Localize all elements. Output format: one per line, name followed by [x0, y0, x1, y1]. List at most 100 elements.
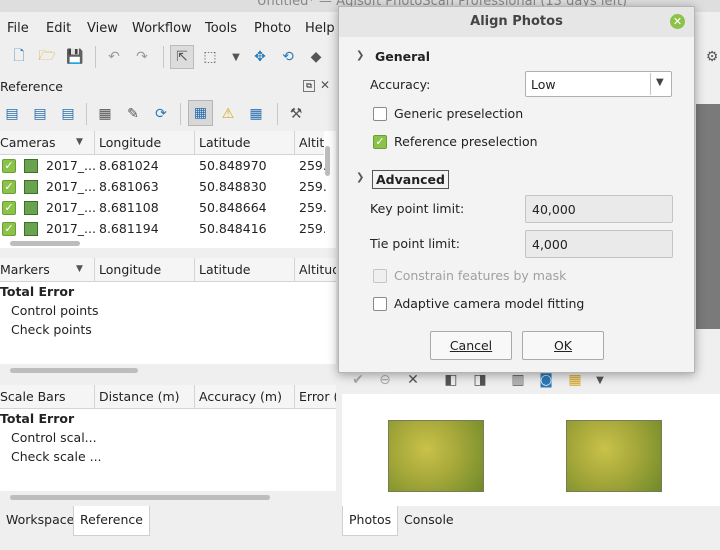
table-row[interactable]: ✓ 2017_... 8.681194 50.848416 259.	[0, 219, 325, 237]
col-cameras[interactable]: Cameras	[0, 135, 56, 150]
tab-photos[interactable]: Photos	[342, 506, 399, 536]
advanced-section-label[interactable]: Advanced	[372, 170, 449, 189]
thumbnail-view-icon[interactable]: ▦	[565, 370, 585, 390]
col-accuracy[interactable]: Accuracy (m)	[199, 389, 282, 404]
close-panel-icon[interactable]: ✕	[320, 79, 332, 91]
col-latitude[interactable]: Latitude	[199, 135, 250, 150]
camera-latitude: 50.848970	[199, 158, 267, 173]
col-scale-bars[interactable]: Scale Bars	[0, 389, 66, 404]
camera-enabled-checkbox[interactable]: ✓	[2, 201, 16, 215]
chevron-down-icon[interactable]: ▼	[590, 370, 610, 390]
view-source-icon[interactable]: ▦	[188, 100, 213, 126]
cameras-horizontal-scrollbar[interactable]	[10, 241, 80, 246]
column-divider	[94, 385, 95, 409]
calculator-icon[interactable]: ▦	[95, 104, 115, 124]
camera-enabled-checkbox[interactable]: ✓	[2, 159, 16, 173]
chevron-down-icon[interactable]: ▼	[226, 47, 246, 67]
menu-help[interactable]: Help	[305, 21, 335, 36]
undock-icon[interactable]: ⧉	[303, 80, 315, 92]
column-divider	[94, 258, 95, 282]
constrain-by-mask-checkbox[interactable]	[373, 269, 387, 283]
disable-camera-icon[interactable]: ⊖	[375, 370, 395, 390]
table-row[interactable]: ✓ 2017_... 8.681024 50.848970 259.	[0, 156, 327, 177]
generic-preselection-checkbox[interactable]	[373, 107, 387, 121]
col-longitude[interactable]: Longitude	[99, 262, 161, 277]
save-icon[interactable]: 💾	[65, 47, 85, 67]
new-file-icon[interactable]: 🗋	[9, 47, 29, 67]
tab-console[interactable]: Console	[398, 506, 460, 536]
menu-photo[interactable]: Photo	[254, 21, 291, 36]
navigation-icon[interactable]: ✥	[250, 47, 270, 67]
reference-preselection-label[interactable]: Reference preselection	[394, 134, 538, 149]
rotate-left-icon[interactable]: ◧	[441, 370, 461, 390]
col-error[interactable]: Error (	[299, 389, 336, 404]
cancel-button[interactable]: Cancel	[430, 331, 512, 360]
table-row[interactable]: ✓ 2017_... 8.681063 50.848830 259.	[0, 177, 327, 198]
photo-thumbnail[interactable]	[566, 420, 662, 492]
settings-tools-icon[interactable]: ⚒	[286, 104, 306, 124]
close-icon[interactable]: ✕	[670, 14, 685, 29]
camera-enabled-checkbox[interactable]: ✓	[2, 222, 16, 236]
col-latitude[interactable]: Latitude	[199, 262, 250, 277]
chevron-down-icon[interactable]: ▼	[76, 137, 83, 147]
toolbar-extra-icon[interactable]: ⚙	[702, 47, 720, 67]
ok-button[interactable]: OK	[522, 331, 604, 360]
photo-thumbnail[interactable]	[388, 420, 484, 492]
markers-control-points[interactable]: Control points	[11, 303, 99, 318]
col-altitude[interactable]: Altitu	[299, 135, 324, 150]
undo-icon[interactable]: ↶	[104, 47, 124, 67]
import-reference-icon[interactable]: ▤	[2, 104, 22, 124]
general-section-label[interactable]: General	[375, 49, 430, 64]
scalebars-total-error: Total Error	[0, 411, 75, 426]
menu-file[interactable]: File	[7, 21, 29, 36]
generic-preselection-label[interactable]: Generic preselection	[394, 106, 523, 121]
rectangle-selection-icon[interactable]: ⬚	[200, 47, 220, 67]
accuracy-select[interactable]: Low ▼	[525, 71, 672, 97]
scalebars-horizontal-scrollbar[interactable]	[10, 495, 270, 500]
resize-region-icon[interactable]: ◆	[306, 47, 326, 67]
col-distance[interactable]: Distance (m)	[99, 389, 180, 404]
tab-reference[interactable]: Reference	[73, 506, 150, 536]
cameras-vertical-scrollbar[interactable]	[325, 146, 330, 176]
remove-camera-icon[interactable]: ✕	[403, 370, 423, 390]
open-folder-icon[interactable]: 🗁	[37, 47, 57, 67]
chevron-down-icon[interactable]: ❯	[356, 172, 364, 183]
col-markers[interactable]: Markers	[0, 262, 50, 277]
tie-point-limit-input[interactable]: 4,000	[525, 230, 673, 258]
adaptive-fitting-label[interactable]: Adaptive camera model fitting	[394, 296, 584, 311]
tab-workspace[interactable]: Workspace	[0, 506, 80, 536]
rotate-right-icon[interactable]: ◨	[470, 370, 490, 390]
menu-tools[interactable]: Tools	[205, 21, 237, 36]
redo-icon[interactable]: ↷	[132, 47, 152, 67]
markers-horizontal-scrollbar[interactable]	[10, 368, 138, 373]
view-estimated-icon[interactable]: ▦	[246, 104, 266, 124]
filter-icon[interactable]: ▥	[508, 370, 528, 390]
chevron-down-icon: ▼	[656, 77, 664, 88]
table-row[interactable]: ✓ 2017_... 8.681108 50.848664 259.	[0, 198, 327, 219]
select-pointer-icon[interactable]: ⇱	[170, 45, 194, 69]
menu-workflow[interactable]: Workflow	[132, 21, 192, 36]
camera-filter-icon[interactable]: ◙	[536, 370, 556, 390]
optimize-cameras-icon[interactable]: ✎	[123, 104, 143, 124]
enable-camera-icon[interactable]: ✔	[348, 370, 368, 390]
rotate-object-icon[interactable]: ⟲	[278, 47, 298, 67]
export-reference-icon[interactable]: ▤	[30, 104, 50, 124]
scalebars-control-scale[interactable]: Control scal...	[11, 430, 97, 445]
menu-edit[interactable]: Edit	[46, 21, 71, 36]
col-altitude[interactable]: Altitude	[299, 262, 336, 277]
menu-view[interactable]: View	[87, 21, 118, 36]
reference-preselection-checkbox[interactable]: ✓	[373, 135, 387, 149]
key-point-limit-input[interactable]: 40,000	[525, 195, 673, 223]
chevron-down-icon[interactable]: ❯	[356, 50, 364, 61]
adaptive-fitting-checkbox[interactable]	[373, 297, 387, 311]
col-longitude[interactable]: Longitude	[99, 135, 161, 150]
scalebars-check-scale[interactable]: Check scale ...	[11, 449, 102, 464]
camera-longitude: 8.681063	[99, 179, 159, 194]
camera-image-icon	[24, 201, 38, 215]
chevron-down-icon[interactable]: ▼	[76, 264, 83, 274]
camera-enabled-checkbox[interactable]: ✓	[2, 180, 16, 194]
markers-check-points[interactable]: Check points	[11, 322, 92, 337]
clear-reference-icon[interactable]: ▤	[58, 104, 78, 124]
view-errors-icon[interactable]: ⚠	[218, 104, 238, 124]
update-icon[interactable]: ⟳	[151, 104, 171, 124]
